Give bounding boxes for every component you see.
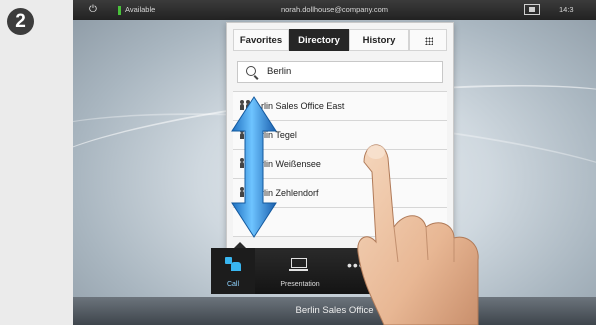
tab-directory[interactable]: Directory xyxy=(289,29,349,51)
selfview-icon[interactable] xyxy=(524,4,540,15)
search-value: Berlin xyxy=(267,66,292,77)
grid-icon xyxy=(425,37,433,45)
call-bar: Berlin Sales Office xyxy=(73,297,596,325)
tab-bar: Favorites Directory History xyxy=(233,29,447,51)
tab-keypad[interactable] xyxy=(409,29,447,51)
search-input[interactable]: Berlin xyxy=(237,61,443,83)
call-title: Berlin Sales Office xyxy=(295,305,374,316)
search-icon xyxy=(246,66,256,76)
clock: 14:3 xyxy=(559,5,574,14)
contacts-icon xyxy=(225,257,241,271)
tab-history[interactable]: History xyxy=(349,29,409,51)
step-number-badge: 2 xyxy=(7,8,34,35)
device-screen: ⏻ Available norah.dollhouse@company.com … xyxy=(73,0,596,325)
scroll-arrow-icon xyxy=(231,96,277,238)
status-bar: ⏻ Available norah.dollhouse@company.com … xyxy=(73,0,596,20)
hand-gesture-icon xyxy=(357,144,479,325)
presentation-label: Presentation xyxy=(280,281,320,288)
call-label: Call xyxy=(226,281,240,288)
call-button[interactable]: Call xyxy=(211,248,255,294)
tab-favorites[interactable]: Favorites xyxy=(233,29,289,51)
user-email: norah.dollhouse@company.com xyxy=(280,5,389,14)
laptop-icon xyxy=(289,258,308,271)
presentation-button[interactable]: Presentation xyxy=(269,248,331,294)
